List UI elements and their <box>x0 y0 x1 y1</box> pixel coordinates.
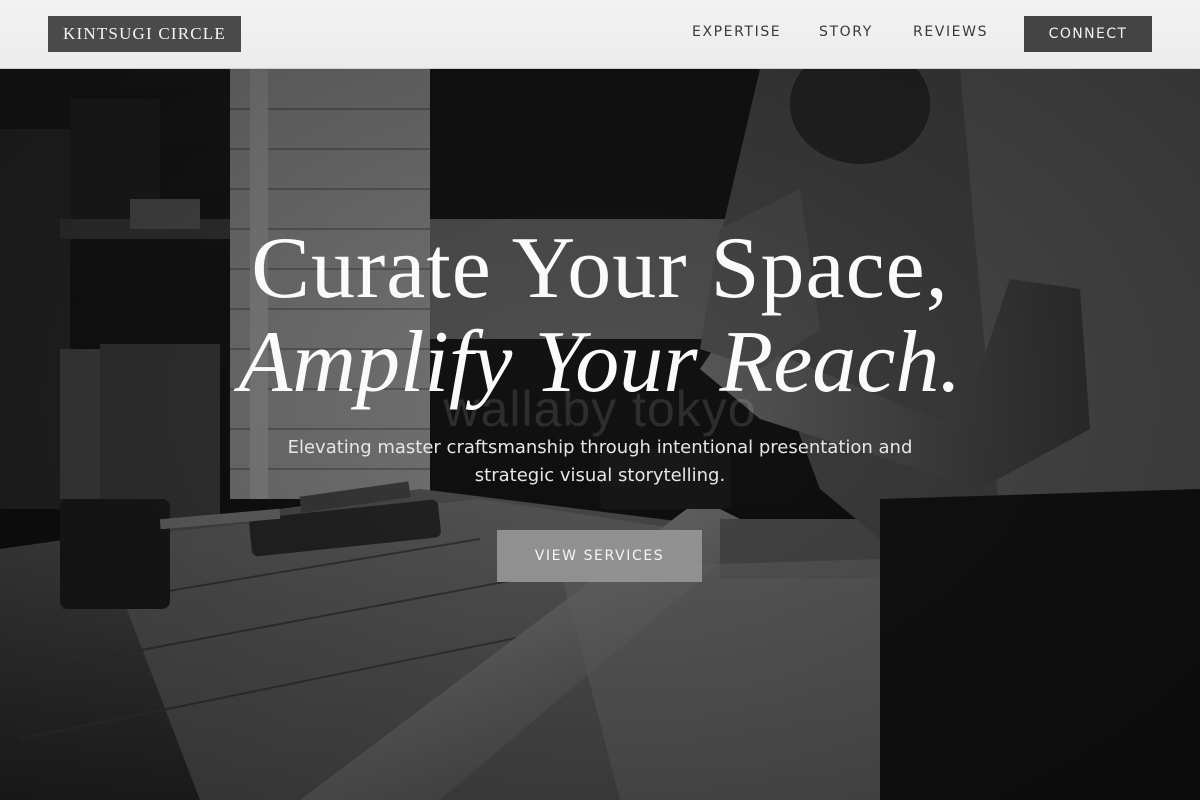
nav-link-expertise[interactable]: EXPERTISE <box>692 24 781 44</box>
view-services-button[interactable]: VIEW SERVICES <box>497 530 702 582</box>
nav-link-story[interactable]: STORY <box>819 24 873 44</box>
watermark: wallaby tokyo <box>443 381 757 437</box>
nav-link-reviews[interactable]: REVIEWS <box>913 24 988 44</box>
hero-subtitle: Elevating master craftsmanship through i… <box>287 437 913 486</box>
connect-button[interactable]: CONNECT <box>1024 16 1152 52</box>
logo[interactable]: KINTSUGI CIRCLE <box>48 16 241 52</box>
hero-headline-line1: Curate Your Space, <box>251 220 949 317</box>
site-header: KINTSUGI CIRCLE EXPERTISE STORY REVIEWS … <box>0 0 1200 69</box>
